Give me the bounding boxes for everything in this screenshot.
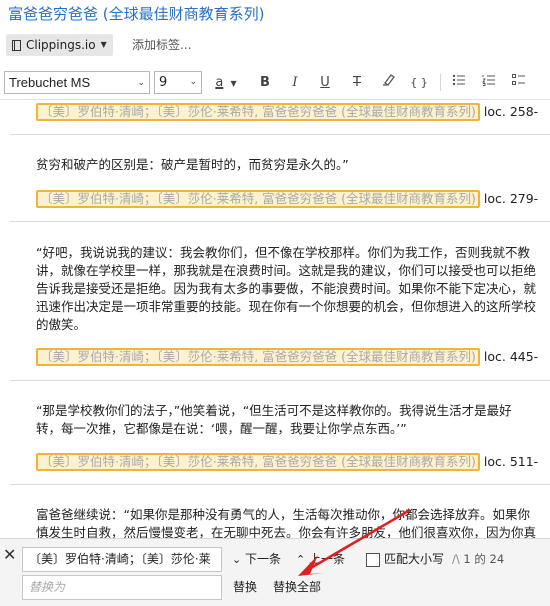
- find-next-label: 下一条: [245, 552, 282, 566]
- find-replace-bar: ✕ 〔美〕罗伯特·清崎；〔美〕莎伦·莱 ⌄ 下一条 ⌃ 上一条 匹配大小写 /\…: [0, 538, 550, 606]
- notebook-label: Clippings.io: [26, 38, 96, 52]
- citation-line: 〔美〕罗伯特·清崎；〔美〕莎伦·莱希特, 富爸爸穷爸爸 (全球最佳财商教育系列)…: [36, 102, 539, 121]
- clip-text-line: “那是学校教你们的法子，”他笑着说，“但生活可不是这样教你的。我得说生活才是最好: [36, 403, 512, 418]
- clip-text-line: 慎发生时自救，然后慢慢变老，在无聊中死去。你会有许多朋友，他们很喜欢你，因为你真: [36, 525, 537, 538]
- highlighter-icon[interactable]: [378, 71, 400, 94]
- counter-prefix-glyph: /\: [452, 552, 460, 566]
- find-input[interactable]: 〔美〕罗伯特·清崎；〔美〕莎伦·莱: [22, 547, 222, 572]
- replace-all-button[interactable]: 替换全部: [273, 575, 321, 600]
- chevron-down-icon: ▼: [230, 79, 237, 88]
- citation-highlight: 〔美〕罗伯特·清崎；〔美〕莎伦·莱希特, 富爸爸穷爸爸 (全球最佳财商教育系列): [36, 347, 480, 366]
- window-title: 富爸爸穷爸爸 (全球最佳财商教育系列): [8, 5, 265, 23]
- bullet-list-icon[interactable]: [448, 71, 470, 94]
- text-color-button[interactable]: a ▼: [210, 71, 242, 94]
- italic-button[interactable]: I: [284, 71, 306, 94]
- text-color-glyph: a: [215, 75, 224, 90]
- replace-button[interactable]: 替换: [233, 575, 257, 600]
- font-size-value: 9: [159, 75, 168, 90]
- clip-text-line: 告诉我是接受还是拒绝。因为我有太多的事要做，不能浪费时间。如果你不能下定决心，就: [36, 281, 537, 296]
- clip-text-line: 讲，就像在学校里一样，那我就是在浪费时间。这就是我的建议，你们可以接受也可以拒绝: [36, 263, 537, 278]
- code-button[interactable]: { }: [406, 71, 432, 94]
- clip-divider: [10, 134, 550, 135]
- clip-text-line: 的傲笑。: [36, 317, 87, 332]
- find-prev-label: 上一条: [309, 552, 346, 566]
- chevron-down-icon: ⌄: [137, 77, 145, 87]
- underline-button[interactable]: U: [314, 71, 336, 94]
- find-prev-button[interactable]: ⌃ 上一条: [296, 547, 345, 572]
- notebook-row: Clippings.io ▼ 添加标签...: [0, 31, 550, 61]
- notebook-selector[interactable]: Clippings.io ▼: [6, 34, 113, 56]
- clip-text-line: 转，每一次推，它都像是在说：‘喂，醒一醒，我要让你学点东西。’”: [36, 421, 407, 436]
- match-counter: /\ 1 的 24: [452, 547, 504, 572]
- clip-divider: [10, 484, 550, 485]
- location-label: loc. 445-: [483, 348, 539, 364]
- chevron-down-icon: ⌄: [189, 77, 197, 87]
- find-next-button[interactable]: ⌄ 下一条: [232, 547, 281, 572]
- location-label: loc. 279-: [483, 190, 539, 206]
- clip-divider: [10, 221, 550, 222]
- citation-line: 〔美〕罗伯特·清崎；〔美〕莎伦·莱希特, 富爸爸穷爸爸 (全球最佳财商教育系列)…: [36, 189, 539, 208]
- citation-highlight: 〔美〕罗伯特·清崎；〔美〕莎伦·莱希特, 富爸爸穷爸爸 (全球最佳财商教育系列): [36, 452, 480, 471]
- citation-line: 〔美〕罗伯特·清崎；〔美〕莎伦·莱希特, 富爸爸穷爸爸 (全球最佳财商教育系列)…: [36, 347, 539, 366]
- strikethrough-button[interactable]: T: [346, 71, 368, 94]
- match-case-checkbox[interactable]: [366, 553, 380, 567]
- font-size-select[interactable]: 9 ⌄: [154, 71, 202, 94]
- font-family-select[interactable]: Trebuchet MS ⌄: [4, 71, 150, 94]
- clip-text-line: 富爸爸继续说：“如果你是那种没有勇气的人，生活每次推动你，你都会选择放弃。如果你: [36, 507, 530, 522]
- note-content[interactable]: 〔美〕罗伯特·清崎；〔美〕莎伦·莱希特, 富爸爸穷爸爸 (全球最佳财商教育系列)…: [0, 100, 550, 538]
- toolbar-divider: [440, 74, 441, 91]
- notebook-icon: [12, 39, 21, 51]
- clip-divider: [10, 380, 550, 381]
- chevron-down-icon: ⌄: [232, 553, 242, 566]
- checklist-icon[interactable]: [508, 71, 530, 94]
- clip-text-line: 贫穷和破产的区别是：破产是暂时的，而贫穷是永久的。”: [36, 157, 349, 172]
- replace-input[interactable]: 替换为: [22, 575, 222, 600]
- numbered-list-icon[interactable]: [478, 71, 500, 94]
- add-tag-field[interactable]: 添加标签...: [132, 34, 191, 56]
- chevron-down-icon: ▼: [100, 40, 107, 49]
- clip-text-line: “好吧，我说说我的建议：我会教你们，但不像在学校那样。你们为我工作，否则我就不教: [36, 245, 530, 260]
- location-label: loc. 258-: [483, 103, 539, 119]
- citation-line: 〔美〕罗伯特·清崎；〔美〕莎伦·莱希特, 富爸爸穷爸爸 (全球最佳财商教育系列)…: [36, 452, 539, 471]
- clip-text-line: 迅速作出决定是一项非常重要的技能。现在你有一个你想要的机会，但你想进入的这所学校: [36, 299, 537, 314]
- match-counter-value: 1 的 24: [463, 552, 505, 566]
- citation-highlight: 〔美〕罗伯特·清崎；〔美〕莎伦·莱希特, 富爸爸穷爸爸 (全球最佳财商教育系列): [36, 189, 480, 208]
- match-case-label: 匹配大小写: [384, 552, 445, 566]
- format-toolbar: Trebuchet MS ⌄ 9 ⌄ a ▼ B I U T { }: [0, 67, 550, 100]
- location-label: loc. 511-: [483, 453, 539, 469]
- bold-button[interactable]: B: [254, 71, 276, 94]
- citation-highlight: 〔美〕罗伯特·清崎；〔美〕莎伦·莱希特, 富爸爸穷爸爸 (全球最佳财商教育系列): [36, 102, 480, 121]
- chevron-up-icon: ⌃: [296, 553, 306, 566]
- close-icon[interactable]: ✕: [3, 545, 16, 564]
- font-family-value: Trebuchet MS: [9, 75, 91, 90]
